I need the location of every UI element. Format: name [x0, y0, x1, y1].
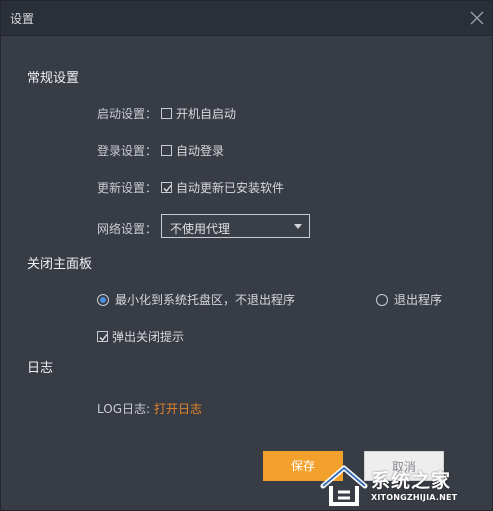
close-panel-section-title: 关闭主面板 [27, 257, 93, 272]
exit-program-radio-row[interactable]: 退出程序 [376, 291, 442, 308]
popup-prompt-checkbox-row[interactable]: 弹出关闭提示 [97, 328, 184, 345]
update-option-label: 自动更新已安装软件 [176, 181, 285, 195]
exit-program-label: 退出程序 [394, 293, 443, 307]
log-label: LOG日志: [97, 402, 151, 416]
popup-prompt-checkbox[interactable] [97, 331, 108, 342]
minimize-to-tray-radio[interactable] [97, 293, 109, 306]
startup-option-label: 开机自启动 [176, 107, 237, 121]
house-logo-icon [320, 465, 368, 506]
chevron-down-icon [294, 224, 302, 229]
login-checkbox[interactable] [161, 145, 172, 156]
popup-prompt-label: 弹出关闭提示 [112, 330, 185, 344]
site-watermark: 系统之家 XITONGZHIJIA.NET [319, 462, 489, 508]
startup-checkbox[interactable] [161, 108, 172, 119]
proxy-select-value: 不使用代理 [170, 222, 231, 236]
login-option-label: 自动登录 [176, 144, 225, 158]
exit-program-radio[interactable] [376, 293, 388, 306]
watermark-url: XITONGZHIJIA.NET [371, 493, 458, 502]
checkmark-icon [163, 185, 172, 192]
close-icon [470, 11, 484, 25]
title-bar: 设置 [1, 1, 492, 36]
update-label: 更新设置： [97, 181, 158, 195]
minimize-to-tray-label: 最小化到系统托盘区，不退出程序 [115, 293, 296, 307]
open-log-link[interactable]: 打开日志 [154, 400, 202, 417]
startup-checkbox-row[interactable]: 开机自启动 [161, 105, 236, 122]
update-checkbox[interactable] [161, 182, 172, 193]
startup-label: 启动设置： [97, 107, 158, 121]
network-label: 网络设置： [97, 222, 158, 236]
minimize-to-tray-radio-row[interactable]: 最小化到系统托盘区，不退出程序 [97, 291, 295, 308]
login-label: 登录设置： [97, 144, 158, 158]
close-button[interactable] [467, 8, 487, 28]
settings-window: 设置 常规设置 启动设置： 开机自启动 登录设置： 自动登录 更新设置： 自动更… [0, 0, 493, 511]
proxy-select[interactable]: 不使用代理 [161, 214, 310, 238]
login-checkbox-row[interactable]: 自动登录 [161, 142, 224, 159]
update-checkbox-row[interactable]: 自动更新已安装软件 [161, 179, 284, 196]
checkmark-icon [99, 334, 108, 341]
watermark-name: 系统之家 [371, 470, 452, 492]
window-title: 设置 [10, 12, 35, 26]
log-section-title: 日志 [27, 361, 54, 376]
general-section-title: 常规设置 [27, 71, 80, 86]
